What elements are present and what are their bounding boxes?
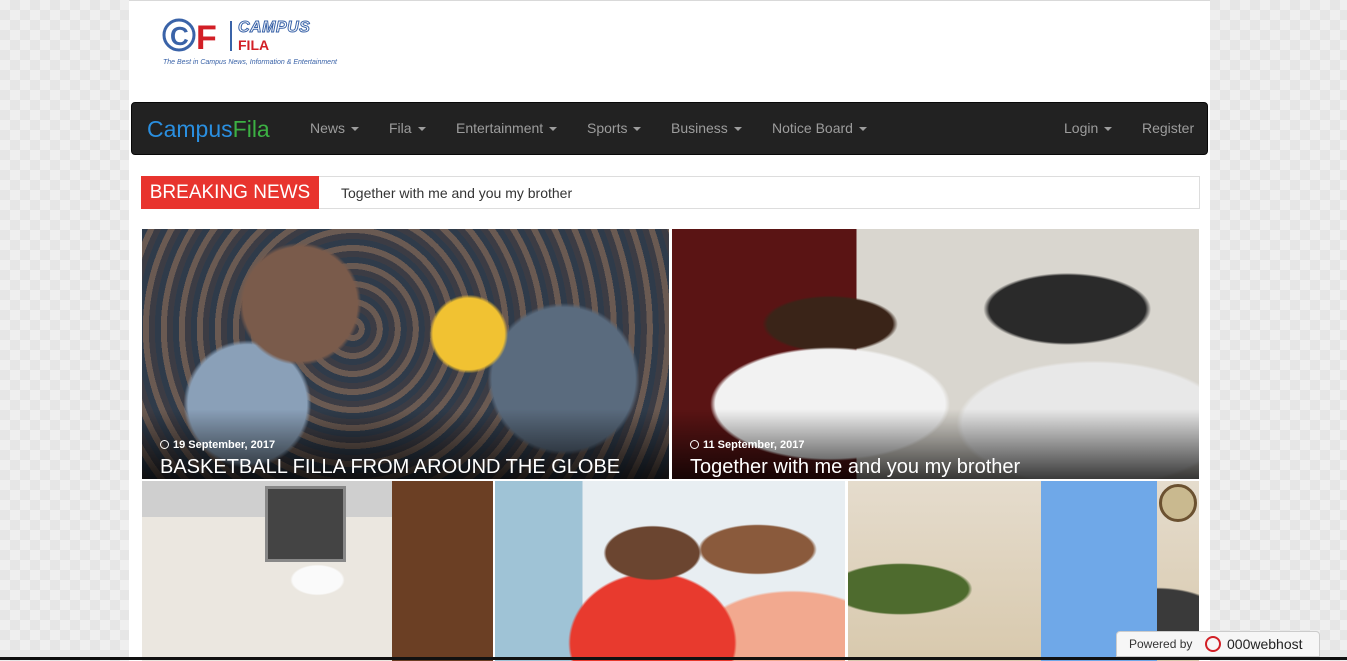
nav-item-register[interactable]: Register: [1142, 120, 1194, 136]
logo-divider: [230, 21, 232, 51]
webhost-logo-icon: [1205, 636, 1221, 652]
tv-image-detail: [265, 486, 346, 562]
breaking-news-ticker[interactable]: Together with me and you my brother: [341, 177, 572, 210]
caret-down-icon: [351, 127, 360, 132]
page-container: C F CAMPUS FILA The Best in Campus News,…: [129, 0, 1210, 661]
caret-down-icon: [1104, 127, 1113, 132]
brand-part-campus: Campus: [147, 116, 233, 142]
breaking-news-bar: BREAKING NEWS Together with me and you m…: [141, 176, 1200, 209]
caret-down-icon: [633, 127, 642, 132]
door-image-detail: [392, 481, 493, 661]
nav-item-label: Register: [1142, 120, 1195, 136]
site-logo[interactable]: C F CAMPUS FILA The Best in Campus News,…: [162, 17, 357, 75]
nav-item-label: News: [310, 120, 346, 136]
navbar-brand[interactable]: CampusFila: [147, 116, 270, 142]
powered-by-label: Powered by: [1129, 637, 1193, 651]
powered-by-brand: 000webhost: [1227, 636, 1303, 652]
featured-story-camera[interactable]: 11 September, 2017 Together with me and …: [672, 229, 1199, 479]
story-date: 11 September, 2017: [690, 439, 805, 451]
story-date-text: 11 September, 2017: [703, 439, 805, 451]
nav-item-news[interactable]: News: [310, 120, 360, 136]
nav-item-entertainment[interactable]: Entertainment: [456, 120, 558, 136]
caret-down-icon: [733, 127, 742, 132]
main-navbar: CampusFila News Fila Entertainment Sport…: [131, 102, 1208, 155]
nav-item-label: Notice Board: [772, 120, 853, 136]
nav-item-business[interactable]: Business: [671, 120, 742, 136]
story-headline[interactable]: BASKETBALL FILLA FROM AROUND THE GLOBE: [160, 455, 620, 479]
nav-item-label: Business: [671, 120, 728, 136]
story-thumbnail-students[interactable]: [495, 481, 845, 661]
nav-item-sports[interactable]: Sports: [587, 120, 642, 136]
powered-by-badge[interactable]: Powered by 000webhost: [1116, 631, 1320, 657]
story-headline[interactable]: Together with me and you my brother: [690, 455, 1020, 479]
nav-item-fila[interactable]: Fila: [389, 120, 426, 136]
wall-clock-image-detail: [1159, 484, 1197, 522]
featured-story-basketball[interactable]: 19 September, 2017 BASKETBALL FILLA FROM…: [142, 229, 669, 479]
caret-down-icon: [417, 127, 426, 132]
caret-down-icon: [549, 127, 558, 132]
nav-item-label: Sports: [587, 120, 628, 136]
clock-icon: [690, 440, 699, 449]
logo-tagline: The Best in Campus News, Information & E…: [163, 59, 337, 66]
brand-part-fila: Fila: [232, 116, 270, 142]
breaking-news-label: BREAKING NEWS: [141, 176, 319, 209]
clock-icon: [160, 440, 169, 449]
nav-item-label: Login: [1064, 120, 1099, 136]
svg-text:F: F: [196, 19, 217, 57]
logo-word-campus: CAMPUS: [237, 19, 311, 37]
nav-item-label: Entertainment: [456, 120, 544, 136]
story-date: 19 September, 2017: [160, 439, 275, 451]
story-thumbnail-classroom[interactable]: [142, 481, 493, 661]
logo-word-fila: FILA: [238, 37, 270, 53]
svg-text:C: C: [170, 21, 189, 51]
nav-item-login[interactable]: Login: [1064, 120, 1113, 136]
caret-down-icon: [858, 127, 867, 132]
cf-logo-icon: C F: [162, 18, 217, 57]
nav-item-label: Fila: [389, 120, 412, 136]
story-date-text: 19 September, 2017: [173, 439, 276, 451]
nav-item-notice-board[interactable]: Notice Board: [772, 120, 867, 136]
